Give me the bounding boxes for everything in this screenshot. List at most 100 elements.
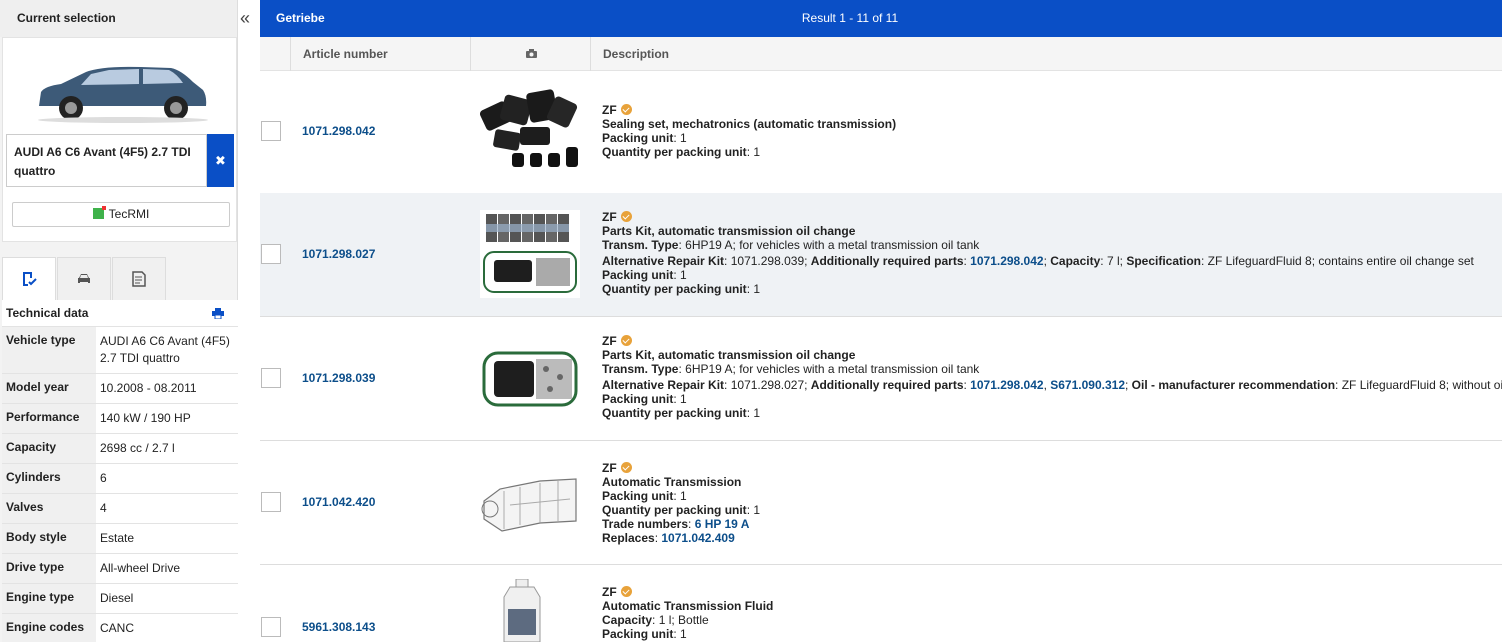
technical-data-row: Drive type All-wheel Drive xyxy=(2,554,238,584)
capacity-label: Capacity xyxy=(602,613,653,627)
product-image xyxy=(481,478,577,532)
product-description: ZF Parts Kit, automatic transmission oil… xyxy=(602,210,1474,296)
document-icon xyxy=(132,271,146,287)
table-row: 1071.298.027 ZF Parts Kit, automatic tra… xyxy=(260,193,1502,317)
tab-documents[interactable] xyxy=(112,257,166,301)
transm-type-label: Transm. Type xyxy=(602,362,679,376)
oil-rec-label: Oil - manufacturer recommendation xyxy=(1131,378,1336,392)
transm-type-value: 6HP19 A; for vehicles with a metal trans… xyxy=(685,362,980,376)
brand-name: ZF xyxy=(602,103,617,117)
result-header: Getriebe Result 1 - 11 of 11 xyxy=(260,0,1502,37)
replaces-link[interactable]: 1071.042.409 xyxy=(661,531,734,545)
verified-icon xyxy=(620,462,632,473)
product-description: ZF Parts Kit, automatic transmission oil… xyxy=(602,334,1502,420)
article-number-link[interactable]: 1071.298.039 xyxy=(302,371,375,385)
row-checkbox[interactable] xyxy=(261,492,281,512)
packing-unit-label: Packing unit xyxy=(602,489,674,503)
technical-data-value: 10.2008 - 08.2011 xyxy=(96,374,238,403)
technical-data-header: Technical data xyxy=(2,300,238,327)
capacity-value: 1 l; Bottle xyxy=(658,613,709,627)
product-description: ZF Sealing set, mechatronics (automatic … xyxy=(602,103,897,159)
brand-name: ZF xyxy=(602,334,617,348)
product-description: ZF Automatic Transmission Packing unit: … xyxy=(602,461,761,545)
replaces-label: Replaces xyxy=(602,531,655,545)
clear-vehicle-button[interactable]: ✖ xyxy=(207,134,234,187)
tecrmi-label: TecRMI xyxy=(108,207,150,221)
technical-data-row: Cylinders 6 xyxy=(2,464,238,494)
product-image xyxy=(503,579,541,642)
add-parts-link[interactable]: S671.090.312 xyxy=(1050,378,1125,392)
technical-data-value: Estate xyxy=(96,524,238,553)
packing-unit-label: Packing unit xyxy=(602,392,674,406)
tecrmi-button[interactable]: TecRMI xyxy=(12,202,230,227)
product-name: Parts Kit, automatic transmission oil ch… xyxy=(602,224,856,238)
packing-unit-label: Packing unit xyxy=(602,268,674,282)
article-number-link[interactable]: 1071.042.420 xyxy=(302,495,375,509)
article-number-link[interactable]: 5961.308.143 xyxy=(302,620,375,634)
table-row: 1071.298.039 ZF Parts Kit, automatic tra… xyxy=(260,317,1502,441)
row-checkbox[interactable] xyxy=(261,244,281,264)
alt-kit-value: 1071.298.027 xyxy=(730,378,805,392)
car-icon xyxy=(78,274,90,283)
specification-value: ZF LifeguardFluid 8; contains entire oil… xyxy=(1207,254,1474,268)
packing-unit-label: Packing unit xyxy=(602,627,674,641)
qty-per-unit-label: Quantity per packing unit xyxy=(602,282,747,296)
column-article-number[interactable]: Article number xyxy=(290,37,470,71)
document-check-icon xyxy=(23,272,37,286)
technical-data-value: 140 kW / 190 HP xyxy=(96,404,238,433)
column-description[interactable]: Description xyxy=(590,37,990,71)
tab-technical-data[interactable] xyxy=(2,257,56,301)
add-parts-label: Additionally required parts xyxy=(810,378,964,392)
tab-vehicle[interactable] xyxy=(57,257,111,301)
product-image xyxy=(480,210,580,298)
alt-kit-label: Alternative Repair Kit xyxy=(602,254,725,268)
trade-numbers-link[interactable]: 6 HP 19 A xyxy=(695,517,750,531)
row-checkbox[interactable] xyxy=(261,121,281,141)
vehicle-card: AUDI A6 C6 Avant (4F5) 2.7 TDI quattro ✖… xyxy=(2,37,237,242)
transm-type-label: Transm. Type xyxy=(602,238,679,252)
qty-per-unit-value: 1 xyxy=(753,406,761,420)
qty-per-unit-value: 1 xyxy=(753,145,761,159)
technical-data-key: Cylinders xyxy=(2,464,96,493)
brand-name: ZF xyxy=(602,585,617,599)
technical-data-row: Valves 4 xyxy=(2,494,238,524)
add-parts-link[interactable]: 1071.298.042 xyxy=(970,378,1043,392)
qty-per-unit-value: 1 xyxy=(753,282,761,296)
packing-unit-value: 1 xyxy=(680,627,687,641)
technical-data-key: Capacity xyxy=(2,434,96,463)
technical-data-row: Model year 10.2008 - 08.2011 xyxy=(2,374,238,404)
technical-data-key: Valves xyxy=(2,494,96,523)
collapse-sidebar-icon[interactable]: « xyxy=(240,8,250,29)
article-number-link[interactable]: 1071.298.042 xyxy=(302,124,375,138)
oil-rec-value: ZF LifeguardFluid 8; without oil xyxy=(1341,378,1502,392)
packing-unit-label: Packing unit xyxy=(602,131,674,145)
technical-data-value: 2698 cc / 2.7 l xyxy=(96,434,238,463)
trade-numbers-label: Trade numbers xyxy=(602,517,689,531)
technical-data-value: All-wheel Drive xyxy=(96,554,238,583)
article-number-link[interactable]: 1071.298.027 xyxy=(302,247,375,261)
technical-data-value: 6 xyxy=(96,464,238,493)
print-icon[interactable] xyxy=(212,308,224,319)
packing-unit-value: 1 xyxy=(680,131,687,145)
technical-data-rows: Vehicle type AUDI A6 C6 Avant (4F5) 2.7 T… xyxy=(2,327,238,642)
technical-data-key: Body style xyxy=(2,524,96,553)
technical-data-row: Engine type Diesel xyxy=(2,584,238,614)
capacity-value: 7 l xyxy=(1106,254,1120,268)
technical-data-key: Engine type xyxy=(2,584,96,613)
technical-data-key: Performance xyxy=(2,404,96,433)
row-checkbox[interactable] xyxy=(261,368,281,388)
product-name: Parts Kit, automatic transmission oil ch… xyxy=(602,348,856,362)
qty-per-unit-label: Quantity per packing unit xyxy=(602,503,747,517)
column-image xyxy=(470,37,590,71)
row-checkbox[interactable] xyxy=(261,617,281,637)
product-name: Automatic Transmission Fluid xyxy=(602,599,774,613)
verified-icon xyxy=(620,335,632,346)
camera-icon xyxy=(526,49,537,58)
transm-type-value: 6HP19 A; for vehicles with a metal trans… xyxy=(685,238,980,252)
verified-icon xyxy=(620,586,632,597)
alt-kit-label: Alternative Repair Kit xyxy=(602,378,725,392)
table-header: Article number Description xyxy=(260,37,1502,71)
sidebar: Current selection AUDI A6 C6 Avant (4F5)… xyxy=(0,0,238,642)
table-row: 5961.308.143 ZF Automatic Transmission F… xyxy=(260,565,1502,642)
add-parts-link[interactable]: 1071.298.042 xyxy=(970,254,1043,268)
